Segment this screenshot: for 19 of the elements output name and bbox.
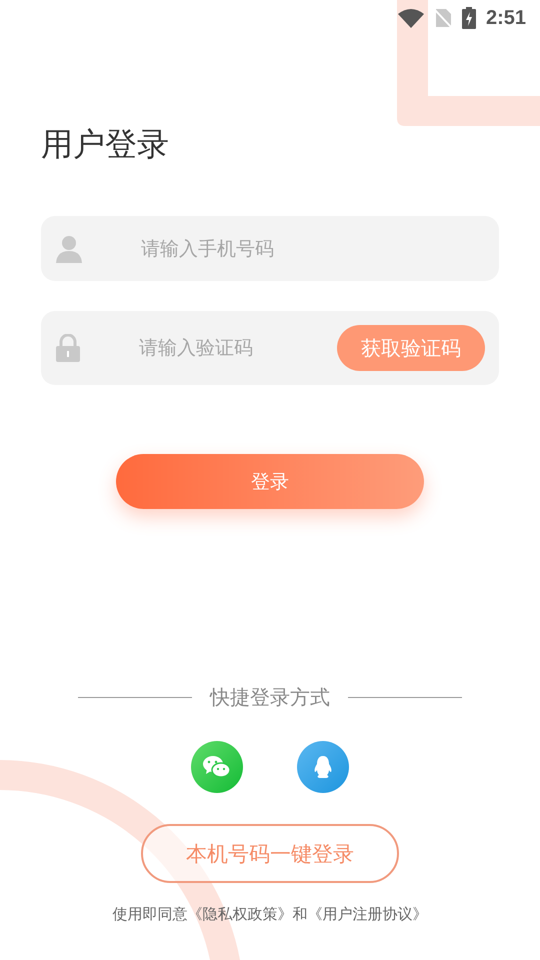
qq-button[interactable] [297,741,349,793]
phone-input[interactable]: 请输入手机号码 [139,236,485,260]
status-time: 2:51 [486,6,526,30]
login-button[interactable]: 登录 [116,454,424,509]
code-field[interactable]: 请输入验证码 获取验证码 [41,311,499,385]
penguin-icon [313,755,333,779]
quick-login-label: 快捷登录方式 [210,684,330,711]
lock-icon [55,334,81,362]
wifi-icon [398,8,424,28]
agreement-text: 使用即同意《隐私权政策》和《用户注册协议》 [112,905,428,924]
battery-icon [462,7,476,29]
no-sim-icon [434,8,452,28]
one-click-login-button[interactable]: 本机号码一键登录 [141,824,399,883]
user-icon [55,234,83,262]
phone-field[interactable]: 请输入手机号码 [41,216,499,281]
code-input[interactable]: 请输入验证码 [137,336,337,360]
page-title: 用户登录 [41,124,170,164]
get-code-button[interactable]: 获取验证码 [337,325,485,371]
wechat-button[interactable] [191,741,243,793]
